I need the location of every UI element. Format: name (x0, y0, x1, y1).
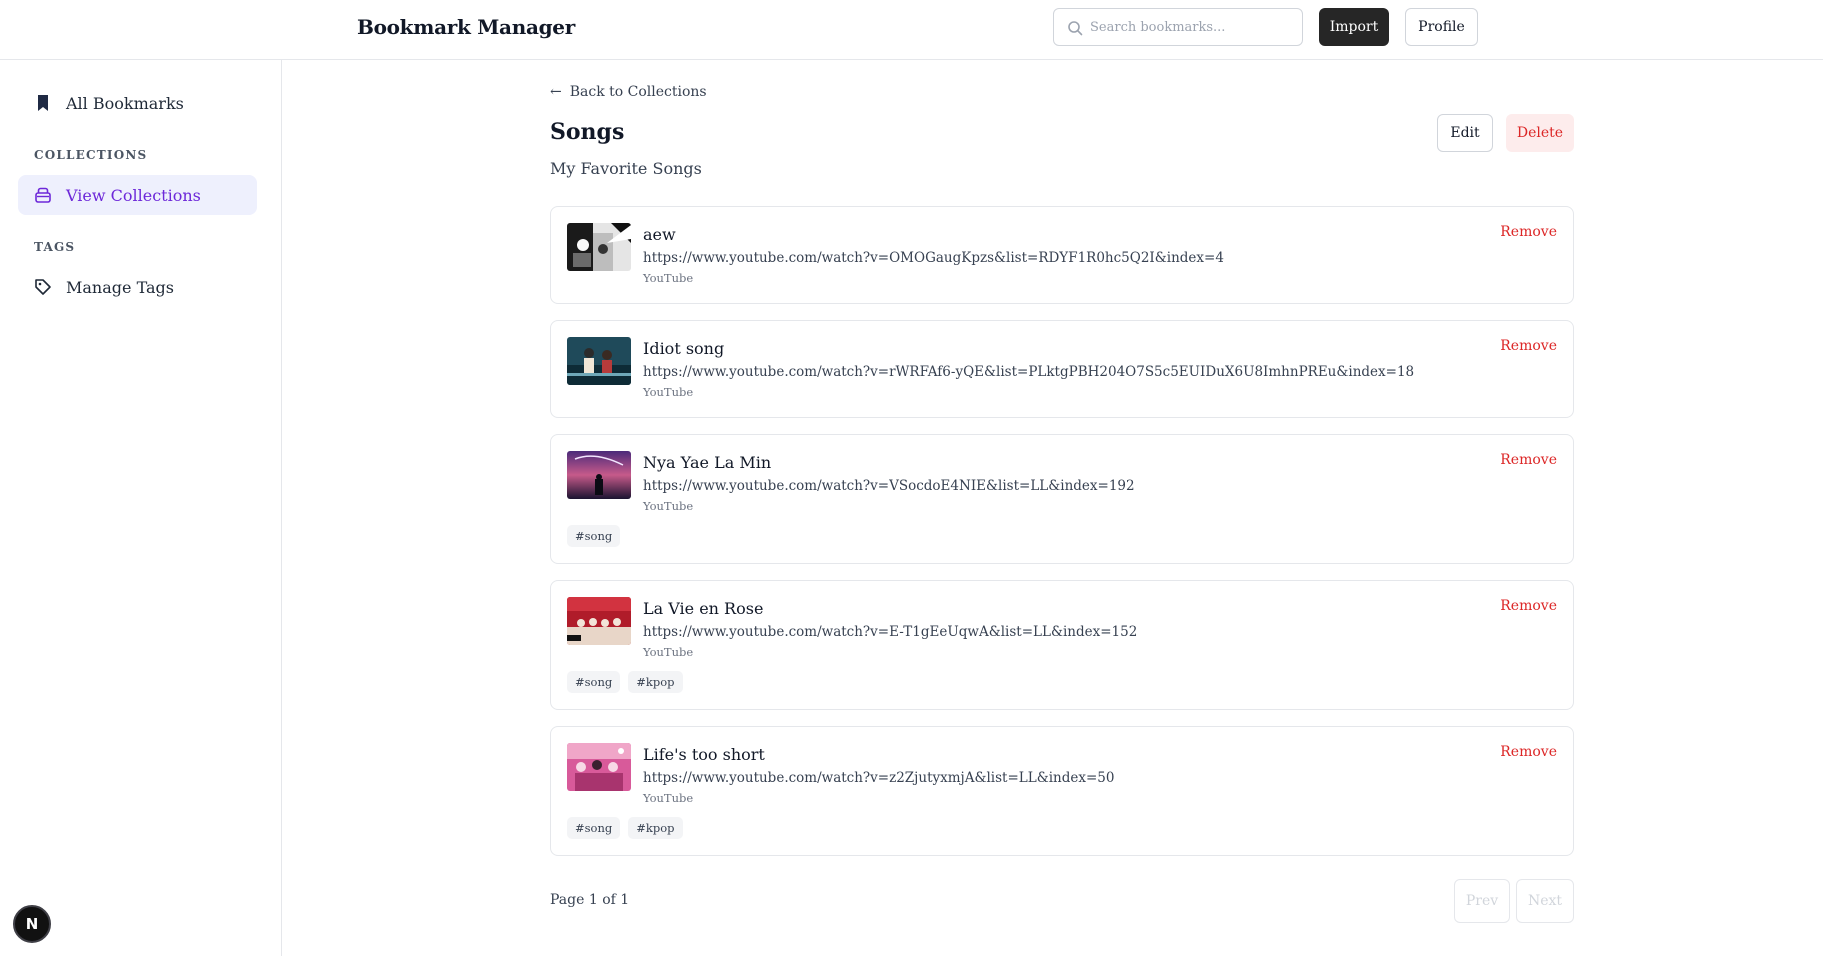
bookmark-title[interactable]: La Vie en Rose (643, 599, 763, 618)
bookmark-card: Life's too short https://www.youtube.com… (550, 726, 1574, 856)
sidebar-item-all-bookmarks[interactable]: All Bookmarks (18, 83, 257, 123)
remove-button[interactable]: Remove (1500, 338, 1557, 354)
collections-heading: COLLECTIONS (34, 148, 148, 162)
tag-chip[interactable]: #song (567, 525, 621, 547)
import-button[interactable]: Import (1319, 8, 1389, 46)
bookmark-source: YouTube (643, 645, 694, 659)
tag-chip[interactable]: #song (567, 671, 621, 693)
bookmark-card: Idiot song https://www.youtube.com/watch… (550, 320, 1574, 418)
bookmark-title[interactable]: Nya Yae La Min (643, 453, 771, 472)
pagination-info: Page 1 of 1 (550, 892, 630, 908)
badge-letter: N (26, 915, 39, 933)
remove-button[interactable]: Remove (1500, 744, 1557, 760)
sidebar-item-view-collections[interactable]: View Collections (18, 175, 257, 215)
dev-tools-badge[interactable]: N (13, 905, 51, 943)
edit-button[interactable]: Edit (1437, 114, 1493, 152)
thumbnail-image (567, 337, 631, 385)
bookmark-url[interactable]: https://www.youtube.com/watch?v=rWRFAf6-… (643, 364, 1414, 380)
tag-icon (34, 278, 52, 296)
bookmark-card: aew https://www.youtube.com/watch?v=OMOG… (550, 206, 1574, 304)
thumbnail-image (567, 597, 631, 645)
next-page-button[interactable]: Next (1516, 879, 1574, 923)
sidebar-item-label: All Bookmarks (66, 93, 184, 113)
bookmark-title[interactable]: aew (643, 225, 676, 244)
bookmark-title[interactable]: Idiot song (643, 339, 724, 358)
bookmark-source: YouTube (643, 271, 694, 285)
prev-page-button[interactable]: Prev (1454, 879, 1510, 923)
collection-description: My Favorite Songs (550, 159, 702, 178)
sidebar-item-manage-tags[interactable]: Manage Tags (18, 267, 257, 307)
tag-list: #song #kpop (567, 817, 683, 839)
remove-button[interactable]: Remove (1500, 598, 1557, 614)
tag-chip[interactable]: #kpop (628, 671, 683, 693)
search-input[interactable] (1090, 9, 1295, 45)
remove-button[interactable]: Remove (1500, 452, 1557, 468)
top-header: Bookmark Manager Import Profile (0, 0, 1823, 60)
bookmark-url[interactable]: https://www.youtube.com/watch?v=z2Zjutyx… (643, 770, 1114, 786)
page-title: Songs (550, 119, 625, 145)
tag-chip[interactable]: #song (567, 817, 621, 839)
tag-list: #song (567, 525, 621, 547)
bookmark-url[interactable]: https://www.youtube.com/watch?v=E-T1gEeU… (643, 624, 1137, 640)
n-logo-icon: N (26, 915, 39, 933)
collection-icon (34, 186, 52, 204)
sidebar-item-label: View Collections (66, 185, 201, 205)
bookmark-source: YouTube (643, 385, 694, 399)
search-icon (1068, 21, 1083, 36)
sidebar: All Bookmarks COLLECTIONS View Collectio… (0, 60, 282, 956)
back-link-label: Back to Collections (569, 84, 707, 100)
app-title: Bookmark Manager (357, 15, 575, 39)
bookmark-icon (34, 94, 52, 112)
bookmark-url[interactable]: https://www.youtube.com/watch?v=VSocdoE4… (643, 478, 1135, 494)
bookmark-card: La Vie en Rose https://www.youtube.com/w… (550, 580, 1574, 710)
search-box[interactable] (1053, 8, 1303, 46)
tag-chip[interactable]: #kpop (628, 817, 683, 839)
bookmark-source: YouTube (643, 499, 694, 513)
tag-list: #song #kpop (567, 671, 683, 693)
remove-button[interactable]: Remove (1500, 224, 1557, 240)
delete-button[interactable]: Delete (1506, 114, 1574, 152)
bookmark-source: YouTube (643, 791, 694, 805)
bookmark-title[interactable]: Life's too short (643, 745, 765, 764)
thumbnail-image (567, 743, 631, 791)
thumbnail-image (567, 223, 631, 271)
bookmark-url[interactable]: https://www.youtube.com/watch?v=OMOGaugK… (643, 250, 1224, 266)
arrow-left-icon: ← (550, 84, 562, 100)
profile-button[interactable]: Profile (1405, 8, 1478, 46)
tags-heading: TAGS (34, 240, 76, 254)
thumbnail-image (567, 451, 631, 499)
sidebar-item-label: Manage Tags (66, 277, 174, 297)
back-to-collections-link[interactable]: ← Back to Collections (550, 84, 707, 100)
bookmark-card: Nya Yae La Min https://www.youtube.com/w… (550, 434, 1574, 564)
